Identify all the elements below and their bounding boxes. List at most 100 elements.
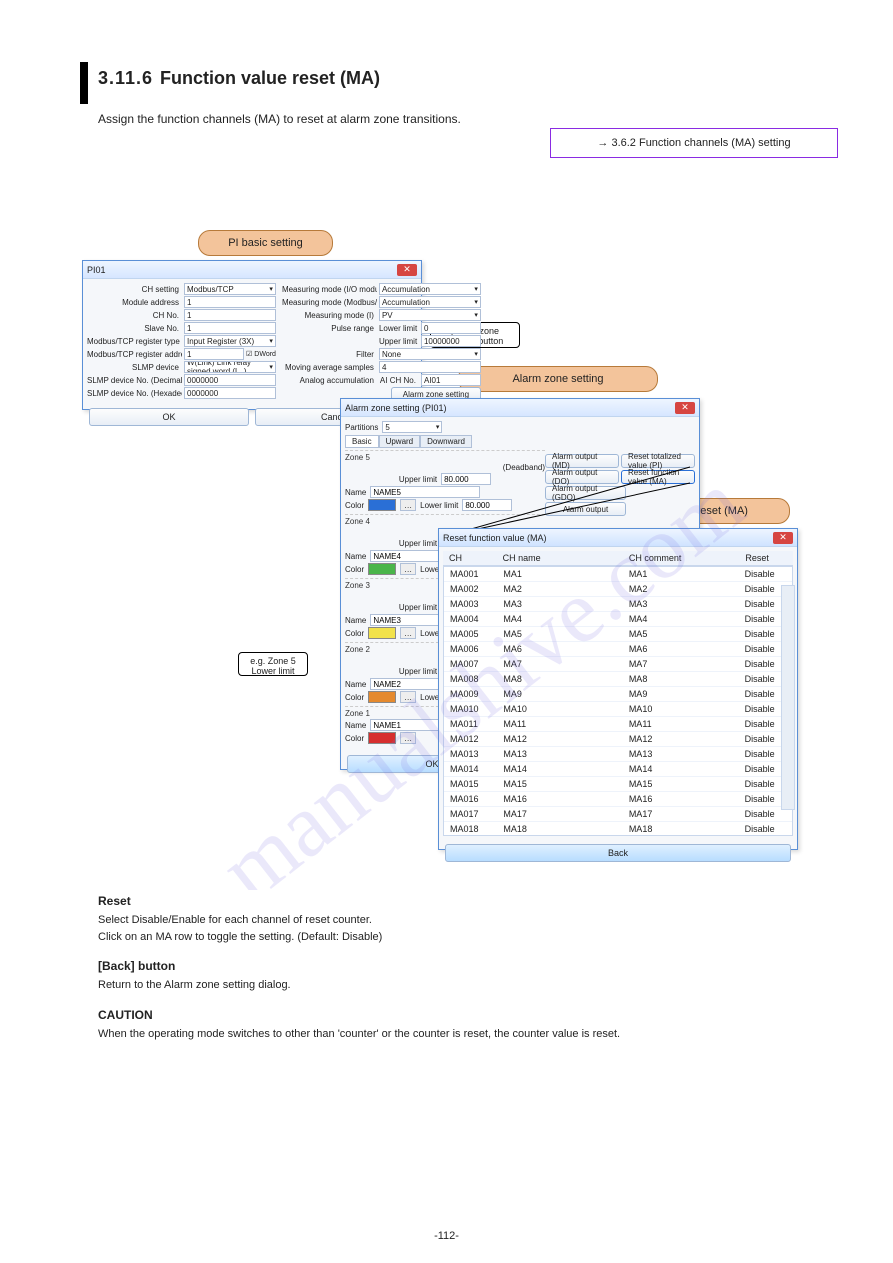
field-slmp-device[interactable]: W(Link) Link relay signed word (L..)	[184, 361, 276, 373]
field-slave-no[interactable]: 1	[184, 322, 276, 334]
table-row[interactable]: MA017MA17MA17Disable	[444, 807, 792, 822]
field-mm-i[interactable]: PV	[379, 309, 481, 321]
field-filter[interactable]: None	[379, 348, 481, 360]
caution-body: When the operating mode switches to othe…	[98, 1026, 798, 1043]
cell-name: MA1	[497, 567, 622, 581]
section-title: Function value reset (MA)	[160, 68, 380, 89]
table-row[interactable]: MA018MA18MA18Disable	[444, 822, 792, 836]
table-row[interactable]: MA010MA10MA10Disable	[444, 702, 792, 717]
cell-comment: MA12	[623, 732, 739, 746]
cell-ch: MA003	[444, 597, 497, 611]
field-lower-limit[interactable]: 0	[421, 322, 481, 334]
color-picker-button[interactable]: …	[400, 732, 416, 744]
field-slmp-hex[interactable]: 0000000	[184, 387, 276, 399]
field-partitions[interactable]: 5	[382, 421, 442, 433]
field-lower[interactable]	[462, 499, 512, 511]
field-reg-addr[interactable]: 1	[184, 348, 244, 360]
lbl-color: Color	[345, 501, 364, 510]
ma-title: Reset function value (MA)	[443, 533, 547, 543]
color-picker-button[interactable]: …	[400, 563, 416, 575]
scrollbar[interactable]	[781, 585, 795, 810]
ma-rows: MA001MA1MA1DisableMA002MA2MA2DisableMA00…	[443, 566, 793, 836]
field-module-address[interactable]: 1	[184, 296, 276, 308]
lbl-name: Name	[345, 552, 366, 561]
field-mm-tcp[interactable]: Accumulation	[379, 296, 481, 308]
cell-name: MA14	[497, 762, 622, 776]
cell-ch: MA011	[444, 717, 497, 731]
close-icon[interactable]: ✕	[773, 532, 793, 544]
lbl-slave-no: Slave No.	[87, 324, 182, 333]
table-row[interactable]: MA006MA6MA6Disable	[444, 642, 792, 657]
cell-comment: MA13	[623, 747, 739, 761]
tab-basic[interactable]: Basic	[345, 435, 379, 448]
table-row[interactable]: MA011MA11MA11Disable	[444, 717, 792, 732]
zone-deadband: (Deadband)	[503, 463, 545, 472]
close-icon[interactable]: ✕	[675, 402, 695, 414]
cell-name: MA11	[497, 717, 622, 731]
color-picker-button[interactable]: …	[400, 627, 416, 639]
lbl-name: Name	[345, 488, 366, 497]
table-row[interactable]: MA009MA9MA9Disable	[444, 687, 792, 702]
color-picker-button[interactable]: …	[400, 691, 416, 703]
cell-comment: MA2	[623, 582, 739, 596]
cell-name: MA6	[497, 642, 622, 656]
table-row[interactable]: MA001MA1MA1Disable	[444, 567, 792, 582]
field-mm-io[interactable]: Accumulation	[379, 283, 481, 295]
alarm-output-md-button[interactable]: Alarm output (MD)	[545, 454, 619, 468]
cell-name: MA15	[497, 777, 622, 791]
cell-ch: MA010	[444, 702, 497, 716]
pi-titlebar: PI01 ✕	[83, 261, 421, 279]
pi-title: PI01	[87, 265, 106, 275]
table-row[interactable]: MA014MA14MA14Disable	[444, 762, 792, 777]
field-ch-setting[interactable]: Modbus/TCP	[184, 283, 276, 295]
field-ma-samples[interactable]: 4	[379, 361, 481, 373]
field-name[interactable]	[370, 486, 480, 498]
field-ch-no[interactable]: 1	[184, 309, 276, 321]
cell-ch: MA006	[444, 642, 497, 656]
field-reg-type[interactable]: Input Register (3X)	[184, 335, 276, 347]
table-row[interactable]: MA015MA15MA15Disable	[444, 777, 792, 792]
field-upper[interactable]	[441, 473, 491, 485]
table-row[interactable]: MA003MA3MA3Disable	[444, 597, 792, 612]
alarm-output-do-button[interactable]: Alarm output (DO)	[545, 470, 619, 484]
table-row[interactable]: MA002MA2MA2Disable	[444, 582, 792, 597]
field-upper-limit[interactable]: 10000000	[421, 335, 481, 347]
tab-downward[interactable]: Downward	[420, 435, 472, 448]
table-row[interactable]: MA016MA16MA16Disable	[444, 792, 792, 807]
cell-name: MA13	[497, 747, 622, 761]
table-row[interactable]: MA008MA8MA8Disable	[444, 672, 792, 687]
lbl-filter: Filter	[282, 350, 377, 359]
cell-name: MA9	[497, 687, 622, 701]
lbl-color: Color	[345, 693, 364, 702]
cell-comment: MA3	[623, 597, 739, 611]
tab-upward[interactable]: Upward	[379, 435, 421, 448]
field-slmp-dec[interactable]: 0000000	[184, 374, 276, 386]
table-row[interactable]: MA005MA5MA5Disable	[444, 627, 792, 642]
lbl-upper-limit: Upper limit	[379, 337, 419, 346]
table-row[interactable]: MA004MA4MA4Disable	[444, 612, 792, 627]
cell-name: MA16	[497, 792, 622, 806]
close-icon[interactable]: ✕	[397, 264, 417, 276]
lower-text: Reset Select Disable/Enable for each cha…	[98, 880, 798, 1042]
table-row[interactable]: MA013MA13MA13Disable	[444, 747, 792, 762]
checkbox-dword[interactable]: ☑	[246, 350, 252, 358]
cell-ch: MA018	[444, 822, 497, 836]
back-body: Return to the Alarm zone setting dialog.	[98, 977, 798, 994]
reset-totalized-pi-button[interactable]: Reset totalized value (PI)	[621, 454, 695, 468]
alarm-output-gdo-button[interactable]: Alarm output (GDO)	[545, 486, 626, 500]
alarm-output-button[interactable]: Alarm output	[545, 502, 626, 516]
field-ai-ch1[interactable]: AI01	[421, 374, 481, 386]
ok-button[interactable]: OK	[89, 408, 249, 426]
table-row[interactable]: MA007MA7MA7Disable	[444, 657, 792, 672]
color-swatch	[368, 499, 396, 511]
color-picker-button[interactable]: …	[400, 499, 416, 511]
cell-reset: Disable	[739, 567, 792, 581]
cell-ch: MA008	[444, 672, 497, 686]
cell-comment: MA11	[623, 717, 739, 731]
cell-name: MA5	[497, 627, 622, 641]
back-button[interactable]: Back	[445, 844, 791, 862]
lbl-lower-limit: Lower limit	[379, 324, 419, 333]
table-row[interactable]: MA012MA12MA12Disable	[444, 732, 792, 747]
lbl-partitions: Partitions	[345, 423, 378, 432]
reset-function-ma-button[interactable]: Reset function value (MA)	[621, 470, 695, 484]
